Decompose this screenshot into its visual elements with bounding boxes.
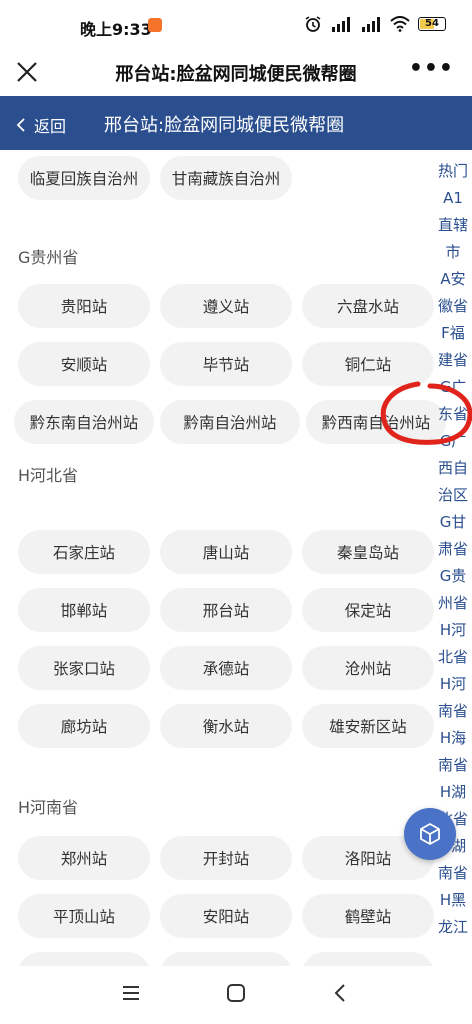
index-item[interactable]: G贵 — [434, 563, 472, 590]
index-item[interactable]: A安 — [434, 266, 472, 293]
station-chip[interactable]: 黔东南自治州站 — [14, 400, 154, 444]
battery-icon: 54 — [418, 17, 446, 31]
station-chip[interactable]: 毕节站 — [160, 342, 292, 386]
station-chip[interactable]: 石家庄站 — [18, 530, 150, 574]
station-chip[interactable]: 临夏回族自治州 — [18, 156, 150, 200]
index-item[interactable]: 肃省 — [434, 536, 472, 563]
battery-level: 54 — [425, 18, 439, 29]
index-item[interactable]: H黑 — [434, 887, 472, 914]
index-item[interactable]: 东省 — [434, 401, 472, 428]
index-item[interactable]: 南省 — [434, 752, 472, 779]
station-row — [18, 952, 434, 966]
index-item[interactable]: 治区 — [434, 482, 472, 509]
cube-icon — [420, 823, 440, 845]
back-icon[interactable] — [330, 982, 352, 1004]
index-item[interactable]: G广 — [434, 428, 472, 455]
index-item[interactable]: H河 — [434, 671, 472, 698]
station-chip[interactable]: 遵义站 — [160, 284, 292, 328]
index-item[interactable]: 龙江 — [434, 914, 472, 941]
index-item[interactable]: A1 — [434, 185, 472, 212]
station-row: 石家庄站 唐山站 秦皇岛站 — [18, 530, 434, 574]
index-item[interactable]: H河 — [434, 617, 472, 644]
station-row: 廊坊站 衡水站 雄安新区站 — [18, 704, 434, 748]
index-item[interactable]: 直辖 — [434, 212, 472, 239]
index-item[interactable]: F福 — [434, 320, 472, 347]
index-item[interactable]: G广 — [434, 374, 472, 401]
station-row: 张家口站 承德站 沧州站 — [18, 646, 434, 690]
menu-icon[interactable] — [120, 982, 142, 1004]
system-nav-bar — [0, 966, 472, 1024]
index-item[interactable]: 州省 — [434, 590, 472, 617]
station-chip[interactable]: 雄安新区站 — [302, 704, 434, 748]
index-item[interactable]: 南省 — [434, 860, 472, 887]
floating-action-button[interactable] — [404, 808, 456, 860]
index-item[interactable]: 建省 — [434, 347, 472, 374]
index-item[interactable]: 南省 — [434, 698, 472, 725]
section-header: H河北省 — [18, 466, 79, 485]
station-row: 黔东南自治州站 黔南自治州站 黔西南自治州站 — [14, 400, 446, 444]
station-chip-partial[interactable] — [18, 952, 150, 966]
station-chip-partial[interactable] — [302, 952, 434, 966]
station-list-area: 临夏回族自治州 甘南藏族自治州 G贵州省 贵阳站 遵义站 六盘水站 安顺站 毕节… — [0, 150, 472, 966]
station-chip-partial[interactable] — [160, 952, 292, 966]
station-chip[interactable]: 安阳站 — [160, 894, 292, 938]
station-chip[interactable]: 邯郸站 — [18, 588, 150, 632]
station-chip[interactable]: 廊坊站 — [18, 704, 150, 748]
station-chip[interactable]: 沧州站 — [302, 646, 434, 690]
station-row: 临夏回族自治州 甘南藏族自治州 — [18, 156, 292, 200]
back-button[interactable]: 返回 — [16, 113, 66, 137]
station-chip[interactable]: 开封站 — [160, 836, 292, 880]
home-icon[interactable] — [225, 982, 247, 1004]
index-item[interactable]: 徽省 — [434, 293, 472, 320]
page-title: 邢台站:脸盆网同城便民微帮圈 — [115, 64, 357, 85]
station-chip[interactable]: 秦皇岛站 — [302, 530, 434, 574]
site-header: 返回 邢台站:脸盆网同城便民微帮圈 — [0, 96, 472, 150]
station-row: 安顺站 毕节站 铜仁站 — [18, 342, 434, 386]
index-item[interactable]: G甘 — [434, 509, 472, 536]
station-chip[interactable]: 保定站 — [302, 588, 434, 632]
station-chip[interactable]: 黔南自治州站 — [160, 400, 300, 444]
index-item[interactable]: 市 — [434, 239, 472, 266]
station-chip[interactable]: 六盘水站 — [302, 284, 434, 328]
status-time: 晚上9:33 — [80, 20, 152, 39]
station-row: 邯郸站 邢台站 保定站 — [18, 588, 434, 632]
station-chip[interactable]: 鹤壁站 — [302, 894, 434, 938]
station-chip[interactable]: 承德站 — [160, 646, 292, 690]
back-label: 返回 — [34, 117, 67, 136]
station-chip[interactable]: 甘南藏族自治州 — [160, 156, 292, 200]
index-item[interactable]: 热门 — [434, 158, 472, 185]
station-chip[interactable]: 张家口站 — [18, 646, 150, 690]
index-item[interactable]: H海 — [434, 725, 472, 752]
station-row: 郑州站 开封站 洛阳站 — [18, 836, 434, 880]
index-item[interactable]: 西自 — [434, 455, 472, 482]
signal-icon-2 — [362, 17, 380, 32]
chevron-left-icon — [16, 118, 25, 132]
site-title: 邢台站:脸盆网同城便民微帮圈 — [104, 115, 345, 136]
station-chip[interactable]: 唐山站 — [160, 530, 292, 574]
section-header: H河南省 — [18, 798, 79, 817]
app-title-bar: 邢台站:脸盆网同城便民微帮圈 ••• — [0, 48, 472, 96]
index-item[interactable]: 北省 — [434, 644, 472, 671]
status-bar: 晚上9:33 54 — [0, 0, 472, 48]
app-notification-icon — [148, 18, 162, 32]
alarm-icon — [305, 16, 321, 32]
status-icons: 54 — [304, 15, 446, 33]
station-chip[interactable]: 铜仁站 — [302, 342, 434, 386]
station-chip[interactable]: 衡水站 — [160, 704, 292, 748]
station-chip[interactable]: 贵阳站 — [18, 284, 150, 328]
station-chip[interactable]: 安顺站 — [18, 342, 150, 386]
station-chip[interactable]: 平顶山站 — [18, 894, 150, 938]
wifi-icon — [390, 16, 410, 32]
section-header: G贵州省 — [18, 248, 79, 267]
station-chip[interactable]: 郑州站 — [18, 836, 150, 880]
station-chip[interactable]: 邢台站 — [160, 588, 292, 632]
index-item[interactable]: H湖 — [434, 779, 472, 806]
signal-icon-1 — [332, 17, 350, 32]
station-chip[interactable]: 黔西南自治州站 — [306, 400, 446, 444]
more-icon[interactable]: ••• — [409, 56, 454, 81]
station-row: 平顶山站 安阳站 鹤壁站 — [18, 894, 434, 938]
station-row: 贵阳站 遵义站 六盘水站 — [18, 284, 434, 328]
